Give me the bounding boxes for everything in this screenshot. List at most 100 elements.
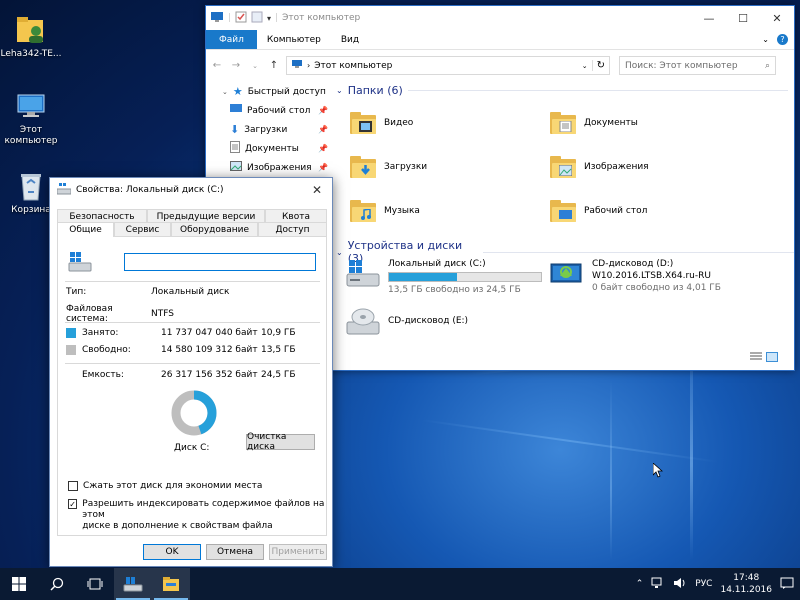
desktop-icon-user[interactable]: Leha342-TE... bbox=[0, 14, 62, 60]
up-arrow-icon[interactable]: ↑ bbox=[267, 60, 281, 71]
pin-icon[interactable]: 📌 bbox=[318, 106, 328, 115]
filesystem-row: Файловая система: NTFS bbox=[66, 304, 174, 324]
tab-view[interactable]: Вид bbox=[331, 30, 369, 49]
folder-documents[interactable]: Документы bbox=[550, 112, 638, 134]
folder-pictures[interactable]: Изображения bbox=[550, 156, 649, 178]
breadcrumb[interactable]: Этот компьютер bbox=[314, 61, 392, 71]
search-input[interactable]: Поиск: Этот компьютер ⌕ bbox=[619, 56, 776, 75]
disk-usage-donut bbox=[171, 390, 217, 436]
folders-header-label: Папки (6) bbox=[347, 84, 403, 97]
nav-item-pictures[interactable]: Изображения 📌 bbox=[206, 158, 332, 177]
folder-music[interactable]: Музыка bbox=[350, 200, 420, 222]
folder-video[interactable]: Видео bbox=[350, 112, 413, 134]
back-arrow-icon[interactable]: ← bbox=[210, 60, 224, 71]
folder-label: Видео bbox=[384, 118, 414, 128]
details-view-icon[interactable] bbox=[750, 352, 762, 365]
documents-icon bbox=[230, 141, 240, 156]
chevron-down-icon[interactable]: ⌄ bbox=[222, 88, 228, 96]
clock-time: 17:48 bbox=[733, 573, 760, 583]
properties-qa-icon[interactable] bbox=[235, 11, 247, 26]
maximize-button[interactable]: ☐ bbox=[726, 6, 760, 30]
tab-general[interactable]: Общие bbox=[57, 222, 114, 237]
windows-logo-icon bbox=[12, 577, 26, 591]
language-indicator[interactable]: РУС bbox=[695, 579, 712, 589]
desktop-icon-computer[interactable]: Этот компьютер bbox=[0, 90, 62, 147]
folders-group-header[interactable]: ⌄ Папки (6) bbox=[336, 84, 788, 97]
used-gb: 10,9 ГБ bbox=[261, 328, 296, 338]
notifications-icon[interactable] bbox=[780, 577, 794, 592]
volume-icon[interactable] bbox=[673, 577, 687, 592]
taskbar-drive-properties[interactable] bbox=[114, 568, 152, 600]
pin-icon[interactable]: 📌 bbox=[318, 144, 328, 153]
capacity-gb: 24,5 ГБ bbox=[261, 370, 296, 380]
cancel-button[interactable]: Отмена bbox=[206, 544, 264, 560]
chevron-down-icon[interactable]: ⌄ bbox=[336, 248, 343, 257]
drive-name-input[interactable] bbox=[124, 253, 316, 271]
index-checkbox[interactable]: ✓ bbox=[68, 499, 78, 509]
group-divider bbox=[482, 251, 794, 253]
capacity-bytes: 26 317 156 352 байт bbox=[161, 370, 258, 380]
nav-item-documents[interactable]: Документы 📌 bbox=[206, 139, 332, 158]
type-value: Локальный диск bbox=[151, 287, 230, 297]
compress-option[interactable]: Сжать этот диск для экономии места bbox=[68, 481, 262, 491]
dialog-titlebar[interactable]: Свойства: Локальный диск (C:) ✕ bbox=[50, 178, 332, 202]
ribbon-expand-icon[interactable]: ⌄ bbox=[762, 35, 769, 44]
folder-downloads[interactable]: Загрузки bbox=[350, 156, 427, 178]
nav-item-quick-access[interactable]: ⌄ ★ Быстрый доступ bbox=[206, 82, 332, 101]
tab-hardware[interactable]: Оборудование bbox=[171, 222, 258, 237]
close-button[interactable]: ✕ bbox=[760, 6, 794, 30]
drive-usage-fill bbox=[389, 273, 458, 281]
chevron-down-icon[interactable]: ⌄ bbox=[336, 86, 343, 95]
taskbar-file-explorer[interactable] bbox=[152, 568, 190, 600]
drive-e[interactable]: CD-дисковод (E:) bbox=[346, 306, 468, 336]
address-dropdown-icon[interactable]: ⌄ bbox=[582, 62, 588, 70]
pin-icon[interactable]: 📌 bbox=[318, 163, 328, 172]
tab-sharing[interactable]: Доступ bbox=[258, 222, 327, 237]
used-color-swatch bbox=[66, 328, 76, 338]
computer-small-icon bbox=[291, 59, 303, 72]
address-bar[interactable]: › Этот компьютер ⌄ ↻ bbox=[286, 56, 610, 75]
drive-name-row bbox=[68, 251, 92, 276]
minimize-button[interactable]: — bbox=[692, 6, 726, 30]
ok-button[interactable]: OK bbox=[143, 544, 201, 560]
start-button[interactable] bbox=[0, 568, 38, 600]
disk-cleanup-button[interactable]: Очистка диска bbox=[246, 432, 315, 452]
tab-file[interactable]: Файл bbox=[206, 30, 257, 49]
compress-checkbox[interactable] bbox=[68, 481, 78, 491]
index-option[interactable]: ✓ Разрешить индексировать содержимое фай… bbox=[68, 499, 326, 532]
network-icon[interactable] bbox=[651, 577, 665, 592]
forward-arrow-icon[interactable]: → bbox=[229, 60, 243, 71]
chevron-up-icon[interactable]: ⌃ bbox=[636, 579, 644, 589]
drive-d[interactable]: CD-дисковод (D:) W10.2016.LTSB.X64.ru-RU… bbox=[550, 258, 721, 294]
folder-label: Изображения bbox=[584, 162, 649, 172]
star-icon: ★ bbox=[232, 85, 243, 98]
divider bbox=[65, 363, 320, 364]
qa-dropdown-icon[interactable]: ▾ bbox=[267, 14, 271, 23]
recent-dropdown-icon[interactable]: ⌄ bbox=[248, 62, 262, 70]
new-folder-qa-icon[interactable] bbox=[251, 11, 263, 26]
divider bbox=[65, 281, 320, 282]
nav-item-label: Изображения bbox=[247, 162, 312, 173]
pin-icon[interactable]: 📌 bbox=[318, 125, 328, 134]
tab-computer[interactable]: Компьютер bbox=[257, 30, 331, 49]
clock[interactable]: 17:48 14.11.2016 bbox=[720, 572, 772, 596]
drive-label: Локальный диск (C:) bbox=[388, 259, 486, 269]
free-label: Свободно: bbox=[82, 345, 131, 355]
search-button[interactable] bbox=[38, 568, 76, 600]
tiles-view-icon[interactable] bbox=[766, 352, 778, 365]
drive-c[interactable]: Локальный диск (C:) 13,5 ГБ свободно из … bbox=[346, 258, 542, 295]
apply-button[interactable]: Применить bbox=[269, 544, 327, 560]
tab-tools[interactable]: Сервис bbox=[114, 222, 171, 237]
drive-free-text: 0 байт свободно из 4,01 ГБ bbox=[592, 283, 721, 293]
close-icon[interactable]: ✕ bbox=[302, 183, 332, 197]
refresh-icon[interactable]: ↻ bbox=[591, 60, 605, 71]
disk-label: Диск C: bbox=[174, 443, 210, 453]
explorer-titlebar[interactable]: | ▾ | Этот компьютер — ☐ ✕ bbox=[206, 6, 794, 30]
folder-desktop[interactable]: Рабочий стол bbox=[550, 200, 647, 222]
nav-item-desktop[interactable]: Рабочий стол 📌 bbox=[206, 101, 332, 120]
help-icon[interactable]: ? bbox=[777, 34, 788, 45]
divider bbox=[65, 322, 320, 323]
task-view-button[interactable] bbox=[76, 568, 114, 600]
nav-item-downloads[interactable]: ⬇ Загрузки 📌 bbox=[206, 120, 332, 139]
breadcrumb-chevron-icon[interactable]: › bbox=[307, 61, 310, 70]
